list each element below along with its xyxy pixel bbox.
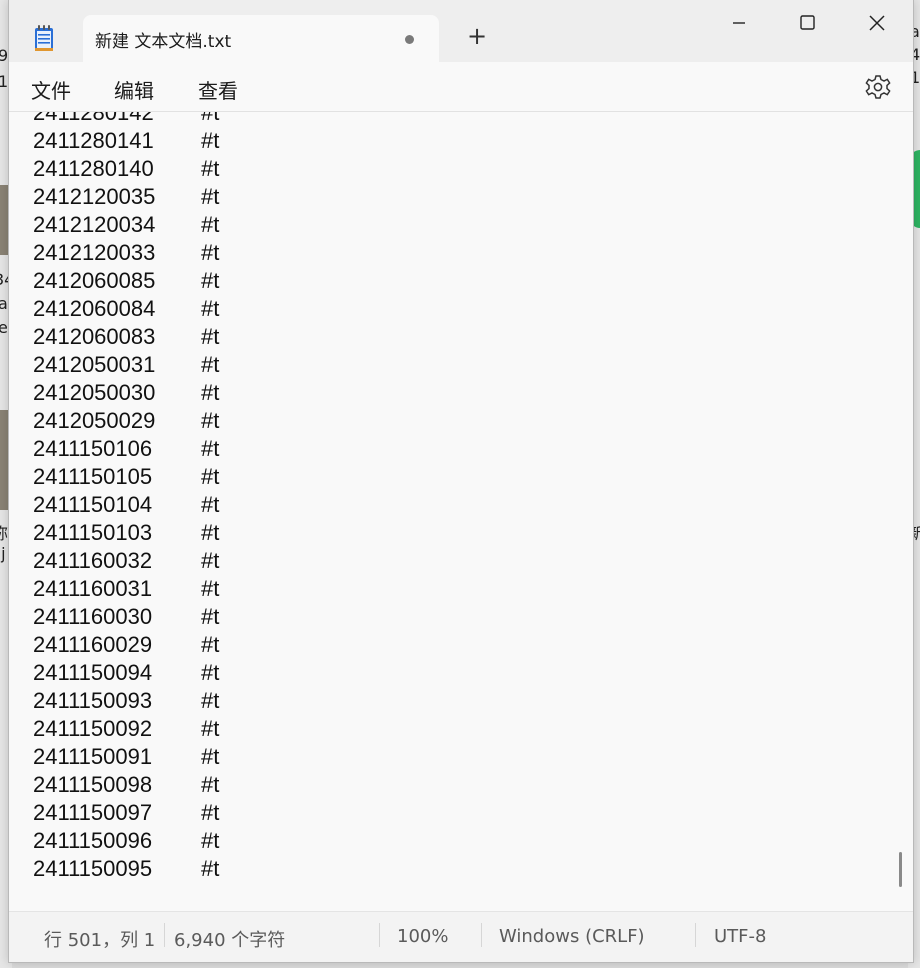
line-number-value: 2411150103 (33, 520, 153, 545)
line-tag: #t (201, 660, 220, 685)
line-number-value: 2411150094 (33, 660, 153, 685)
status-divider (379, 923, 380, 947)
line-number-value: 2412060085 (33, 268, 156, 293)
line-number-value: 2411280140 (33, 156, 154, 181)
desktop-label-fragment: 9 (0, 46, 9, 65)
line-number-value: 2412050031 (33, 352, 156, 377)
gear-icon[interactable] (865, 74, 891, 100)
cursor-position[interactable]: 行 501，列 1 (44, 926, 155, 952)
encoding[interactable]: UTF-8 (714, 926, 766, 947)
line-tag: #t (201, 856, 220, 881)
line-number-value: 2411150105 (33, 464, 153, 489)
vertical-scrollbar-thumb[interactable] (899, 852, 902, 887)
menu-view[interactable]: 查看 (198, 75, 238, 104)
line-number-value: 2411150096 (33, 828, 153, 853)
close-icon[interactable] (857, 8, 897, 38)
maximize-icon[interactable] (787, 8, 827, 38)
notepad-window: 新建 文本文档.txt + 文件 编辑 查看 2411280142 #t 24112… (8, 0, 914, 963)
line-number-value: 2412120034 (33, 212, 156, 237)
desktop-label-fragment: 弥 (0, 524, 9, 543)
status-divider (481, 923, 482, 947)
line-tag: #t (201, 184, 220, 209)
menu-bar: 文件 编辑 查看 (9, 62, 913, 112)
line-tag: #t (201, 716, 220, 741)
line-tag: #t (201, 772, 220, 797)
line-number-value: 2411150091 (33, 744, 153, 769)
new-tab-button[interactable]: + (465, 24, 489, 48)
tab-title: 新建 文本文档.txt (95, 32, 232, 52)
line-tag: #t (201, 492, 220, 517)
line-number-value: 2412060084 (33, 296, 156, 321)
line-tag: #t (201, 324, 220, 349)
notepad-icon (35, 25, 53, 51)
line-number-value: 2412120035 (33, 184, 156, 209)
line-number-value: 2411150095 (33, 856, 153, 881)
desktop-label-fragment: .j (0, 544, 6, 563)
character-count: 6,940 个字符 (174, 930, 286, 951)
line-tag: #t (201, 212, 220, 237)
line-tag: #t (201, 520, 220, 545)
line-tag: #t (201, 632, 220, 657)
document-tab[interactable]: 新建 文本文档.txt (83, 15, 439, 62)
minimize-icon[interactable] (719, 8, 759, 38)
line-number-value: 2411150097 (33, 800, 153, 825)
line-number-value: 2411150092 (33, 716, 153, 741)
title-bar[interactable]: 新建 文本文档.txt + (9, 0, 913, 62)
line-tag: #t (201, 156, 220, 181)
line-tag: #t (201, 688, 220, 713)
line-tag: #t (201, 464, 220, 489)
status-bar: 行 501，列 1 6,940 个字符 100% Windows (CRLF) … (9, 911, 913, 962)
line-tag: #t (201, 828, 220, 853)
line-number-value: 2411280142 (33, 112, 154, 125)
text-editor[interactable]: 2411280142 #t 2411280141 #t 2411280140 #t 2412… (9, 112, 913, 911)
line-tag: #t (201, 800, 220, 825)
line-tag: #t (201, 296, 220, 321)
unsaved-indicator-icon[interactable] (405, 35, 414, 44)
line-number-value: 2411150106 (33, 436, 153, 461)
menu-edit[interactable]: 编辑 (114, 75, 154, 104)
line-number-value: 2412050029 (33, 408, 156, 433)
menu-file[interactable]: 文件 (31, 75, 71, 104)
desktop-label-fragment: a (0, 294, 8, 313)
line-tag: #t (201, 268, 220, 293)
line-tag: #t (201, 576, 220, 601)
line-number-value: 2411160029 (33, 632, 153, 657)
line-ending[interactable]: Windows (CRLF) (499, 926, 645, 947)
line-tag: #t (201, 352, 220, 377)
line-number-value: 2411150098 (33, 772, 153, 797)
line-tag: #t (201, 744, 220, 769)
line-tag: #t (201, 380, 220, 405)
line-tag: #t (201, 436, 220, 461)
status-divider (164, 923, 165, 947)
line-number-value: 2411160032 (33, 548, 153, 573)
line-number-value: 2411150093 (33, 688, 153, 713)
zoom-level[interactable]: 100% (397, 926, 448, 947)
line-number-value: 2411160031 (33, 576, 153, 601)
status-divider (695, 923, 696, 947)
line-number-value: 2411160030 (33, 604, 153, 629)
desktop-label-fragment: 1 (0, 72, 9, 91)
line-number-value: 2412120033 (33, 240, 156, 265)
line-number-value: 2412060083 (33, 324, 156, 349)
desktop-label-fragment: e (0, 318, 8, 337)
line-tag: #t (201, 240, 220, 265)
line-tag: #t (201, 408, 220, 433)
line-tag: #t (201, 128, 220, 153)
line-tag: #t (201, 112, 220, 125)
line-number-value: 2412050030 (33, 380, 156, 405)
line-number-value: 2411280141 (33, 128, 154, 153)
line-tag: #t (201, 604, 220, 629)
line-tag: #t (201, 548, 220, 573)
line-number-value: 2411150104 (33, 492, 153, 517)
